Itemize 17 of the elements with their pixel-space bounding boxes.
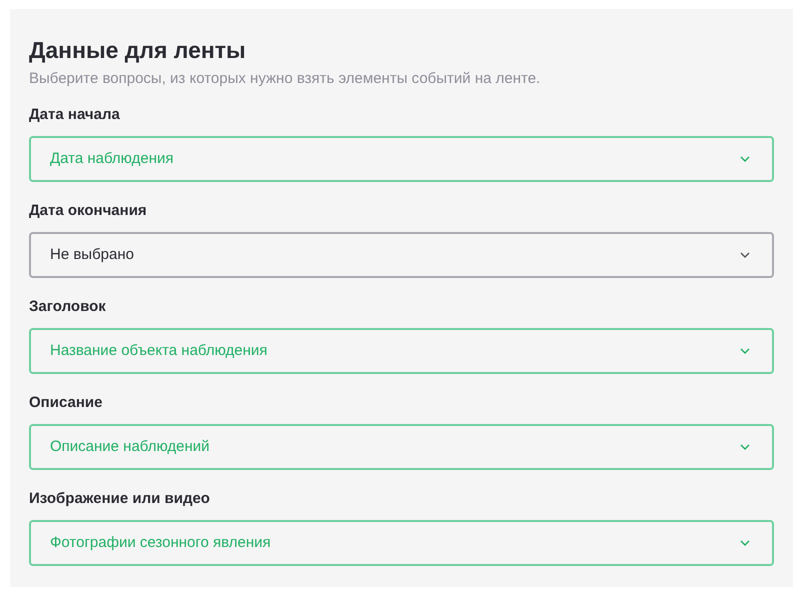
select-field[interactable]: Название объекта наблюдения [29, 328, 774, 374]
select-field[interactable]: Описание наблюдений [29, 424, 774, 470]
field-label: Дата начала [29, 105, 121, 125]
select-field[interactable]: Фотографии сезонного явления [29, 520, 774, 566]
chevron-down-icon [740, 444, 750, 450]
select-field[interactable]: Дата наблюдения [29, 136, 774, 182]
select-field[interactable]: Не выбрано [29, 232, 774, 278]
chevron-down-icon [740, 156, 750, 162]
field-label: Изображение или видео [29, 489, 211, 509]
field-label: Описание [29, 393, 104, 413]
chevron-down-icon [740, 348, 750, 354]
chevron-down-icon [740, 540, 750, 546]
chevron-down-icon [740, 252, 750, 258]
section-description: Выберите вопросы, из которых нужно взять элементы событий на ленте. [29, 69, 542, 89]
section-title: Данные для ленты [29, 36, 247, 65]
field-label: Дата окончания [29, 201, 148, 221]
field-label: Заголовок [29, 297, 107, 317]
